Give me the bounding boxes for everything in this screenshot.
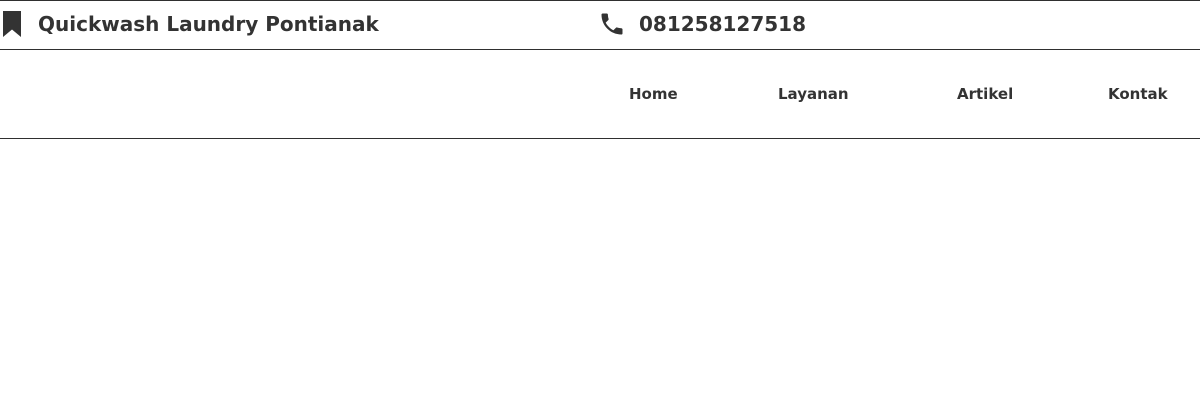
nav-item-layanan[interactable]: Layanan <box>778 85 849 103</box>
main-nav: Home Layanan Artikel Kontak <box>0 50 1200 139</box>
phone-number: 081258127518 <box>639 12 806 36</box>
nav-item-kontak[interactable]: Kontak <box>1108 85 1168 103</box>
phone-contact[interactable]: 081258127518 <box>598 9 806 39</box>
nav-item-artikel[interactable]: Artikel <box>957 85 1013 103</box>
brand-name: Quickwash Laundry Pontianak <box>38 12 379 36</box>
brand[interactable]: Quickwash Laundry Pontianak <box>3 9 379 39</box>
phone-icon <box>598 10 626 38</box>
nav-item-home[interactable]: Home <box>629 85 678 103</box>
top-bar: Quickwash Laundry Pontianak 081258127518 <box>0 0 1200 50</box>
page-content <box>0 139 1200 409</box>
bookmark-icon <box>3 11 21 37</box>
